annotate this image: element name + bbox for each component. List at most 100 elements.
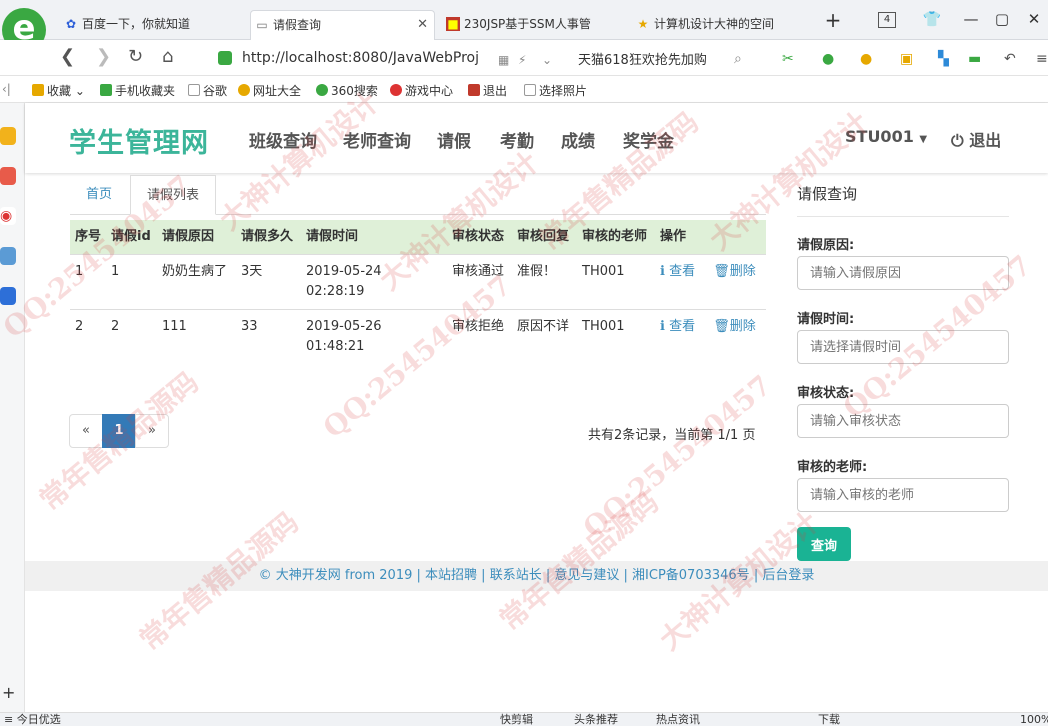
tab-leave-query[interactable]: ▭ 请假查询 ✕	[250, 10, 435, 40]
status-headlines[interactable]: 头条推荐	[574, 713, 618, 727]
tab-jsp-project[interactable]: ■ 230JSP基于SSM人事管	[442, 10, 622, 40]
tab-leave-list[interactable]: 请假列表	[130, 175, 217, 215]
cell-reply: 原因不详	[512, 309, 577, 364]
teacher-input[interactable]	[797, 478, 1009, 512]
bookmark-hao[interactable]: 网址大全	[238, 82, 301, 99]
qr-icon[interactable]: ▦	[498, 51, 509, 69]
search-icon[interactable]: ⌕	[734, 50, 742, 68]
envelope-icon[interactable]	[0, 247, 16, 265]
cell-time: 2019-05-26 01:48:21	[301, 309, 447, 364]
mail-icon[interactable]	[0, 167, 16, 185]
minimize-icon[interactable]: —	[961, 10, 981, 28]
nav-grades[interactable]: 成绩	[561, 127, 595, 152]
lightning-icon[interactable]: ⚡	[518, 51, 526, 69]
leave-table: 序号 请假id 请假原因 请假多久 请假时间 审核状态 审核回复 审核的老师 操…	[70, 220, 766, 364]
user-menu[interactable]: STU001 ▼	[845, 127, 927, 146]
cell-no: 1	[70, 254, 106, 310]
close-tab-icon[interactable]: ✕	[417, 11, 428, 39]
back-icon[interactable]: ❮	[60, 48, 75, 66]
menu-icon[interactable]: ≡	[1036, 50, 1048, 68]
delete-link[interactable]: 🗑删除	[713, 264, 756, 279]
nav-teacher-query[interactable]: 老师查询	[343, 127, 411, 152]
delete-link[interactable]: 🗑删除	[713, 319, 756, 334]
cell-duration: 3天	[236, 254, 301, 310]
scissors-icon[interactable]: ✂	[782, 50, 794, 68]
footer-icp[interactable]: 湘ICP备0703346号	[632, 568, 750, 583]
translate-icon[interactable]: ●	[822, 50, 834, 68]
battery-icon[interactable]: ▬	[968, 50, 981, 68]
nav-attendance[interactable]: 考勤	[500, 127, 534, 152]
footer-jobs[interactable]: 本站招聘	[425, 568, 477, 583]
chevron-down-icon[interactable]: ⌄	[542, 51, 552, 69]
image-icon[interactable]: ▣	[900, 50, 913, 68]
footer-admin-login[interactable]: 后台登录	[762, 568, 814, 583]
tab-home[interactable]: 首页	[70, 175, 128, 215]
forward-icon[interactable]: ❯	[96, 48, 111, 66]
nav-scholarship[interactable]: 奖学金	[623, 127, 674, 152]
bookmark-favorites[interactable]: 收藏 ⌄	[32, 82, 85, 99]
bookmark-photos[interactable]: 选择照片	[524, 82, 587, 99]
col-duration: 请假多久	[241, 229, 294, 244]
footer-feedback[interactable]: 意见与建议	[554, 568, 619, 583]
reload-icon[interactable]: ↻	[128, 48, 143, 66]
coin-icon[interactable]: ●	[860, 50, 872, 68]
zoom-level[interactable]: 100%	[1020, 713, 1048, 727]
col-no: 序号	[75, 229, 102, 244]
paw-icon: ✿	[65, 17, 77, 31]
gift-icon[interactable]	[0, 127, 16, 145]
nav-class-query[interactable]: 班级查询	[249, 127, 317, 152]
trash-icon: 🗑	[713, 319, 730, 334]
bookmark-games[interactable]: 游戏中心	[390, 82, 453, 99]
query-button[interactable]: 查询	[797, 527, 851, 561]
tab-count-badge[interactable]: 4	[878, 12, 896, 28]
bookmark-360search[interactable]: 360搜索	[316, 82, 378, 99]
search-suggestion[interactable]: 天猫618狂欢抢先加购	[578, 49, 707, 68]
status-quick-edit[interactable]: 快剪辑	[500, 713, 533, 727]
view-link[interactable]: ℹ 查看	[660, 264, 695, 279]
time-input[interactable]	[797, 330, 1009, 364]
cell-actions: ℹ 查看 🗑删除	[655, 309, 766, 364]
undo-icon[interactable]: ↶	[1004, 50, 1016, 68]
maximize-icon[interactable]: ▢	[992, 10, 1012, 28]
new-tab-icon[interactable]: +	[823, 8, 843, 32]
bookmark-google[interactable]: 谷歌	[188, 82, 227, 99]
shield-icon	[218, 51, 232, 65]
table-row: 1 1 奶奶生病了 3天 2019-05-24 02:28:19 审核通过 准假…	[70, 254, 766, 310]
bookmark-exit[interactable]: 退出	[468, 82, 507, 99]
shirt-icon[interactable]: 👕	[922, 10, 942, 28]
cell-teacher: TH001	[577, 254, 655, 310]
footer-copyright[interactable]: © 大神开发网 from 2019	[259, 568, 413, 583]
table-header-row: 序号 请假id 请假原因 请假多久 请假时间 审核状态 审核回复 审核的老师 操…	[70, 220, 766, 255]
page-1-button[interactable]: 1	[102, 414, 136, 448]
tab-label: 计算机设计大神的空间	[654, 17, 775, 31]
bookmarks-bar: ‹| 收藏 ⌄ 手机收藏夹 谷歌 网址大全 360搜索 游戏中心 退出 选择照片	[0, 76, 1048, 103]
red-square-icon: ■	[446, 17, 460, 31]
tab-baidu[interactable]: ✿ 百度一下，你就知道	[60, 10, 238, 40]
red-square-icon	[468, 84, 480, 96]
view-link[interactable]: ℹ 查看	[660, 319, 695, 334]
apps-icon[interactable]: ▚	[938, 50, 949, 68]
site-brand[interactable]: 学生管理网	[69, 121, 209, 160]
time-label: 请假时间:	[797, 312, 855, 327]
status-today-picks[interactable]: ≡ 今日优选	[4, 713, 61, 727]
bookmark-mobile[interactable]: 手机收藏夹	[100, 82, 175, 99]
weibo-icon[interactable]: ◉	[0, 207, 16, 225]
home-icon[interactable]: ⌂	[162, 48, 173, 66]
status-download[interactable]: 下载	[818, 713, 840, 727]
close-window-icon[interactable]: ✕	[1024, 10, 1044, 28]
next-page-button[interactable]: »	[135, 414, 169, 448]
notes-icon[interactable]	[0, 287, 16, 305]
sidebar-toggle-icon[interactable]: ‹|	[2, 82, 11, 96]
footer-contact[interactable]: 联系站长	[490, 568, 542, 583]
tab-designer-space[interactable]: ★ 计算机设计大神的空间	[632, 10, 817, 40]
prev-page-button[interactable]: «	[69, 414, 103, 448]
status-hot-news[interactable]: 热点资讯	[656, 713, 700, 727]
status-input[interactable]	[797, 404, 1009, 438]
browser-sidebar: ◉ +	[0, 103, 25, 726]
col-status: 审核状态	[452, 229, 505, 244]
reason-input[interactable]	[797, 256, 1009, 290]
col-reason: 请假原因	[162, 229, 215, 244]
add-icon[interactable]: +	[2, 683, 15, 702]
nav-leave[interactable]: 请假	[437, 127, 471, 152]
logout-button[interactable]: ⏻ 退出	[951, 127, 1001, 151]
